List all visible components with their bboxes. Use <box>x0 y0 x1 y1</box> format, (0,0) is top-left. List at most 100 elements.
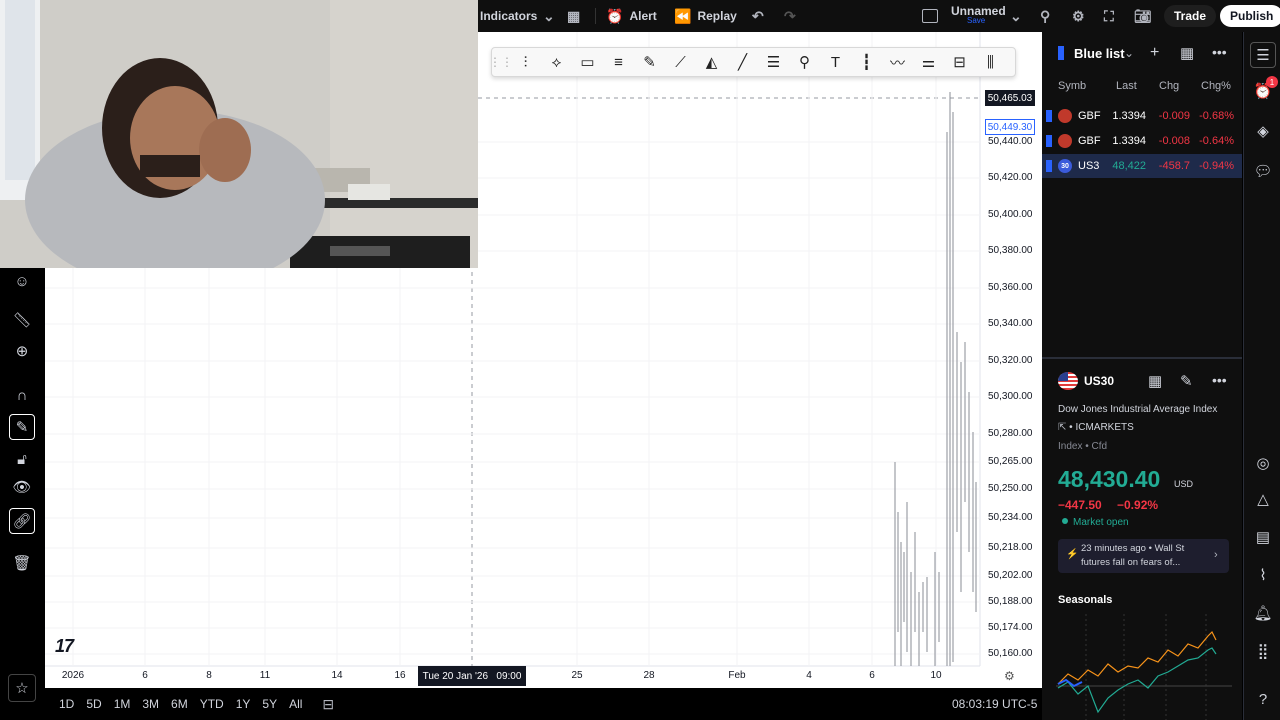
advanced-view-icon[interactable]: ▦ <box>1180 44 1194 62</box>
link-icon[interactable]: 🔗︎ <box>9 508 35 534</box>
wave-icon[interactable]: 〰 <box>882 47 913 77</box>
watchlist-icon[interactable]: ☰ <box>1250 42 1276 68</box>
quick-search-icon[interactable]: ⚲ <box>1040 0 1050 32</box>
news-meta: 23 minutes ago • Wall St <box>1081 543 1185 554</box>
more-options-icon[interactable]: ••• <box>1212 372 1227 388</box>
range-button[interactable]: 5D <box>80 697 107 711</box>
camera-icon[interactable]: 📷︎ <box>1134 0 1152 32</box>
details-change: −447.50 <box>1058 498 1102 512</box>
gann-icon[interactable]: ⊟ <box>944 47 975 77</box>
layout-name-button[interactable]: Unnamed Save <box>951 4 1011 30</box>
watchlist-title[interactable]: Blue list <box>1074 46 1125 61</box>
pitchfork-icon[interactable]: ⟡ <box>541 47 572 77</box>
add-symbol-icon[interactable]: + <box>1150 44 1159 62</box>
range-button[interactable]: 3M <box>136 697 165 711</box>
alert-button[interactable]: ⏰ Alert <box>606 0 657 32</box>
apps-grid-icon[interactable]: ⣿ <box>1250 638 1276 664</box>
brush-icon[interactable]: ✎ <box>634 47 665 77</box>
flag-marker-icon[interactable] <box>1046 110 1052 122</box>
range-button[interactable]: 5Y <box>256 697 283 711</box>
flag-marker-icon[interactable] <box>1046 160 1052 172</box>
indicators-button[interactable]: Indicators <box>480 0 537 32</box>
fullscreen-icon[interactable]: ⛶ <box>1104 0 1114 32</box>
col-last[interactable]: Last <box>1116 80 1137 92</box>
trash-icon[interactable]: 🗑︎ <box>9 550 35 576</box>
symbol-logo-icon: 30 <box>1058 159 1072 173</box>
indicators-label: Indicators <box>480 9 538 23</box>
range-button[interactable]: All <box>283 697 308 711</box>
range-button[interactable]: YTD <box>194 697 230 711</box>
drawing-toolbar: ⋮⋮ ⫶ ⟡ ▭ ≡ ✎ ⟋ ◭ ╱ ☰ ⚲ T ┇ 〰 ⚌ ⊟ ⫼ <box>489 47 1016 77</box>
row-change: -0.009 <box>1158 110 1190 122</box>
templates-icon[interactable]: ▦ <box>567 0 580 32</box>
watchlist-row[interactable]: GBF 1.3394 -0.009 -0.68% <box>1042 104 1242 128</box>
range-button[interactable]: 1M <box>108 697 137 711</box>
details-symbol[interactable]: US30 <box>1084 374 1114 388</box>
col-change-pct[interactable]: Chg% <box>1201 80 1231 92</box>
help-icon[interactable]: ? <box>1250 686 1276 712</box>
parallel-channel-icon[interactable]: ≡ <box>603 47 634 77</box>
lock-icon[interactable]: 🔓︎ <box>9 446 35 472</box>
ideas-icon[interactable]: △ <box>1250 486 1276 512</box>
ruler-icon[interactable]: 📏︎ <box>9 307 35 333</box>
bell-icon[interactable]: 🔔︎ <box>1250 600 1276 626</box>
flag-marker-icon[interactable] <box>1046 135 1052 147</box>
settings-icon[interactable]: ⚙ <box>1072 0 1085 32</box>
measure-icon[interactable]: ☰ <box>758 47 789 77</box>
clock[interactable]: 08:03:19 UTC-5 <box>952 697 1037 711</box>
alerts-badge: 1 <box>1266 76 1278 88</box>
rewind-icon: ⏪ <box>674 7 692 24</box>
range-button[interactable]: 1Y <box>230 697 257 711</box>
seasonals-chart[interactable] <box>1056 614 1232 720</box>
text-icon[interactable]: T <box>820 47 851 77</box>
chat-icon[interactable]: 💬︎ <box>1250 158 1276 184</box>
replay-button[interactable]: ⏪ Replay <box>674 0 737 32</box>
path-icon[interactable]: ⟋ <box>665 47 696 77</box>
undo-icon[interactable]: ↶ <box>752 0 764 32</box>
ruler-tool-icon[interactable]: ⫼ <box>975 47 1006 77</box>
chevron-down-icon[interactable]: ⌄ <box>543 0 555 32</box>
star-icon[interactable]: ☆ <box>8 674 36 702</box>
edit-icon[interactable]: ✎ <box>1180 372 1193 390</box>
target-icon[interactable]: ◎ <box>1250 450 1276 476</box>
zoom-in-icon[interactable]: ⊕ <box>9 338 35 364</box>
col-symbol[interactable]: Symb <box>1058 80 1086 92</box>
pin-icon[interactable]: ⚲ <box>789 47 820 77</box>
date-range-icon[interactable]: ⊟ <box>322 696 334 713</box>
grid-icon[interactable]: ▦ <box>1148 372 1162 390</box>
rss-icon[interactable]: ⌇ <box>1250 562 1276 588</box>
magnet-icon[interactable]: ∩ <box>9 382 35 408</box>
layout-checkbox-icon[interactable] <box>922 0 938 32</box>
rectangle-icon[interactable]: ▭ <box>572 47 603 77</box>
scale-settings-icon[interactable]: ⚙ <box>1004 669 1015 683</box>
emoji-icon[interactable]: ☺ <box>9 268 35 294</box>
more-options-icon[interactable]: ••• <box>1212 44 1227 60</box>
range-button[interactable]: 1D <box>53 697 80 711</box>
calendar-icon[interactable]: ▤ <box>1250 524 1276 550</box>
chevron-down-icon[interactable]: ⌄ <box>1124 46 1134 60</box>
trend-angle-icon[interactable]: ⫶ <box>510 47 541 77</box>
price-tick-label: 50,400.00 <box>988 209 1033 220</box>
fib-icon[interactable]: ⚌ <box>913 47 944 77</box>
publish-button[interactable]: Publish <box>1220 5 1280 27</box>
external-link-icon[interactable]: ⇱ <box>1058 422 1066 433</box>
chevron-down-icon[interactable]: ⌄ <box>1010 0 1022 32</box>
exchange-name[interactable]: ICMARKETS <box>1075 422 1133 433</box>
fill-icon[interactable]: ◭ <box>696 47 727 77</box>
line-icon[interactable]: ╱ <box>727 47 758 77</box>
crosshair-price-tag: 50,465.03 <box>985 90 1035 106</box>
news-card[interactable]: ⚡ 23 minutes ago • Wall St futures fall … <box>1058 539 1229 573</box>
col-change[interactable]: Chg <box>1159 80 1179 92</box>
layers-icon[interactable]: ◈ <box>1250 118 1276 144</box>
seasonals-title[interactable]: Seasonals <box>1058 594 1112 606</box>
bars-pattern-icon[interactable]: ┇ <box>851 47 882 77</box>
redo-icon[interactable]: ↷ <box>784 0 796 32</box>
stay-in-drawing-mode-icon[interactable]: ✎ <box>9 414 35 440</box>
watchlist-row[interactable]: GBF 1.3394 -0.008 -0.64% <box>1042 129 1242 153</box>
trade-button[interactable]: Trade <box>1164 5 1217 27</box>
drag-handle-icon[interactable]: ⋮⋮ <box>489 47 513 77</box>
range-button[interactable]: 6M <box>165 697 194 711</box>
eye-icon[interactable]: 👁︎ <box>9 474 35 500</box>
row-change: -458.7 <box>1158 160 1190 172</box>
watchlist-row[interactable]: 30 US3 48,422 -458.7 -0.94% <box>1042 154 1242 178</box>
